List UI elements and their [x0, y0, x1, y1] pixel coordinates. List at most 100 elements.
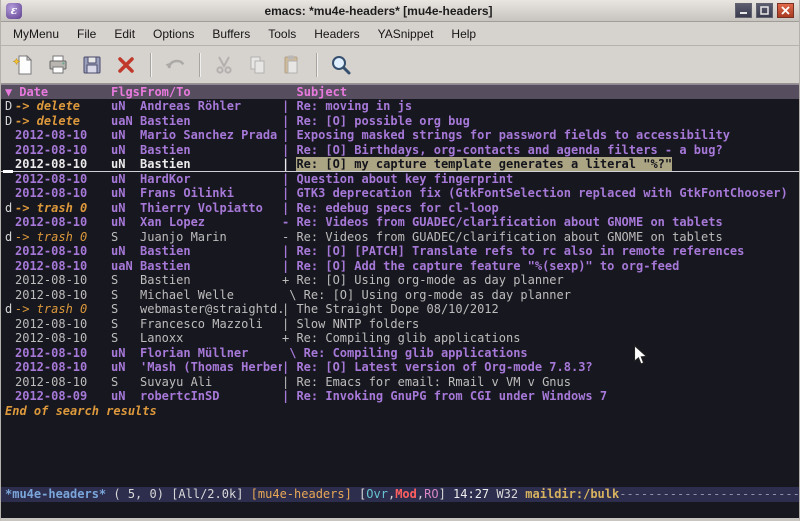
date-cell: 2012-08-10	[15, 128, 111, 143]
toolbar-separator	[150, 53, 151, 77]
from-cell: Bastien	[140, 273, 282, 288]
message-row[interactable]: d-> trash 0uNThierry Volpiatto| Re: edeb…	[1, 201, 799, 216]
from-cell: Xan Lopez	[140, 215, 282, 230]
from-cell: Bastien	[140, 143, 282, 158]
mark-char: d	[5, 302, 15, 317]
message-row[interactable]: 2012-08-09uNrobertcInSD| Re: Invoking Gn…	[1, 389, 799, 404]
date-cell: 2012-08-10	[15, 360, 111, 375]
modeline-segment: [mu4e-headers]	[251, 487, 359, 501]
menu-edit[interactable]: Edit	[105, 23, 144, 45]
message-row[interactable]: 2012-08-10SLanoxx+ Re: Compiling glib ap…	[1, 331, 799, 346]
message-row[interactable]: 2012-08-10SMichael Welle \ Re: [O] Using…	[1, 288, 799, 303]
from-cell: Bastien	[140, 244, 282, 259]
menu-headers[interactable]: Headers	[305, 23, 368, 45]
flags-cell: S	[111, 331, 140, 346]
paste-icon	[280, 53, 304, 77]
from-cell: robertcInSD	[140, 389, 282, 404]
subject-cell: | Re: Invoking GnuPG from CGI under Wind…	[282, 389, 799, 404]
modeline-segment: Ovr	[366, 487, 388, 501]
date-cell: 2012-08-10	[15, 273, 111, 288]
mark-char	[5, 346, 15, 361]
message-row[interactable]: 2012-08-10uNFlorian Müllner \ Re: Compil…	[1, 346, 799, 361]
copy-button[interactable]	[241, 50, 275, 80]
column-header-subject[interactable]: Subject	[282, 85, 799, 99]
message-row[interactable]: 2012-08-10SBastien+ Re: [O] Using org-mo…	[1, 273, 799, 288]
message-row[interactable]: 2012-08-10SSuvayu Ali| Re: Emacs for ema…	[1, 375, 799, 390]
message-row[interactable]: 2012-08-10uaNBastien| Re: [O] Add the ca…	[1, 259, 799, 274]
subject-cell: - Re: Videos from GUADEC/clarification a…	[282, 230, 799, 245]
search-button[interactable]	[324, 50, 358, 80]
maximize-button[interactable]	[756, 3, 773, 18]
from-cell: Florian Müllner	[140, 346, 282, 361]
menu-tools[interactable]: Tools	[259, 23, 305, 45]
flags-cell: S	[111, 302, 140, 317]
menu-mymenu[interactable]: MyMenu	[4, 23, 68, 45]
minimize-icon	[739, 6, 748, 15]
message-row[interactable]: 2012-08-10uNMario Sanchez Prada| Exposin…	[1, 128, 799, 143]
from-cell: Frans Oilinki	[140, 186, 282, 201]
message-row[interactable]: d-> trash 0SJuanjo Marin- Re: Videos fro…	[1, 230, 799, 245]
column-header-flags[interactable]: Flgs	[111, 85, 140, 99]
flags-cell: uN	[111, 128, 140, 143]
message-row[interactable]: 2012-08-10uNBastien| Re: [O] my capture …	[1, 157, 799, 172]
column-header-date[interactable]: ▼Date	[5, 85, 111, 99]
flags-cell: S	[111, 317, 140, 332]
menu-file[interactable]: File	[68, 23, 105, 45]
subject-cell: | The Straight Dope 08/10/2012	[282, 302, 799, 317]
paste-button[interactable]	[275, 50, 309, 80]
undo-icon	[163, 53, 187, 77]
date-cell: 2012-08-10	[15, 288, 111, 303]
flags-cell: uaN	[111, 259, 140, 274]
message-row[interactable]: 2012-08-10uNFrans Oilinki| GTK3 deprecat…	[1, 186, 799, 201]
column-header-from[interactable]: From/To	[140, 85, 282, 99]
flags-cell: uN	[111, 172, 140, 187]
message-row[interactable]: 2012-08-10uNHardKor| Question about key …	[1, 172, 799, 187]
flags-cell: S	[111, 288, 140, 303]
from-cell: Lanoxx	[140, 331, 282, 346]
emacs-icon: ε	[6, 3, 22, 19]
menu-buffers[interactable]: Buffers	[203, 23, 259, 45]
close-buffer-button[interactable]	[109, 50, 143, 80]
title-bar: ε emacs: *mu4e-headers* [mu4e-headers]	[1, 0, 799, 22]
close-buffer-icon	[114, 53, 138, 77]
cut-button[interactable]	[207, 50, 241, 80]
new-file-button[interactable]	[7, 50, 41, 80]
from-cell: webmaster@straightd...	[140, 302, 282, 317]
message-row[interactable]: D-> deleteuNAndreas Röhler| Re: moving i…	[1, 99, 799, 114]
date-cell: -> trash 0	[15, 201, 111, 216]
subject-cell: | Exposing masked strings for password f…	[282, 128, 799, 143]
print-button[interactable]	[41, 50, 75, 80]
message-row[interactable]: d-> trash 0Swebmaster@straightd...| The …	[1, 302, 799, 317]
echo-area[interactable]	[1, 502, 799, 518]
message-row[interactable]: 2012-08-10uNBastien| Re: [O] Birthdays, …	[1, 143, 799, 158]
mark-char: D	[5, 114, 15, 129]
menu-options[interactable]: Options	[144, 23, 203, 45]
message-row[interactable]: 2012-08-10uNBastien| Re: [O] [PATCH] Tra…	[1, 244, 799, 259]
date-cell: -> delete	[15, 114, 111, 129]
save-button[interactable]	[75, 50, 109, 80]
from-cell: Suvayu Ali	[140, 375, 282, 390]
date-cell: 2012-08-09	[15, 389, 111, 404]
close-button[interactable]	[777, 3, 794, 18]
flags-cell: S	[111, 273, 140, 288]
date-cell: 2012-08-10	[15, 375, 111, 390]
from-cell: Juanjo Marin	[140, 230, 282, 245]
modeline-segment: RO	[424, 487, 438, 501]
mark-char: d	[5, 201, 15, 216]
menu-yasnippet[interactable]: YASnippet	[369, 23, 443, 45]
end-of-search-results: End of search results	[1, 404, 799, 419]
modeline-segment: maildir:/bulk	[525, 487, 619, 501]
date-cell: 2012-08-10	[15, 244, 111, 259]
minimize-button[interactable]	[735, 3, 752, 18]
message-row[interactable]: 2012-08-10SFrancesco Mazzoli| Slow NNTP …	[1, 317, 799, 332]
message-row[interactable]: D-> deleteuaNBastien| Re: [O] possible o…	[1, 114, 799, 129]
undo-button[interactable]	[158, 50, 192, 80]
menu-help[interactable]: Help	[442, 23, 485, 45]
date-cell: 2012-08-10	[15, 317, 111, 332]
mark-char	[5, 360, 15, 375]
flags-cell: uN	[111, 360, 140, 375]
message-row[interactable]: 2012-08-10uN'Mash (Thomas Herbert)| Re: …	[1, 360, 799, 375]
maximize-icon	[760, 6, 769, 15]
mu4e-headers-buffer: ▼Date Flgs From/To Subject D-> deleteuNA…	[1, 84, 799, 487]
message-row[interactable]: 2012-08-10uNXan Lopez- Re: Videos from G…	[1, 215, 799, 230]
